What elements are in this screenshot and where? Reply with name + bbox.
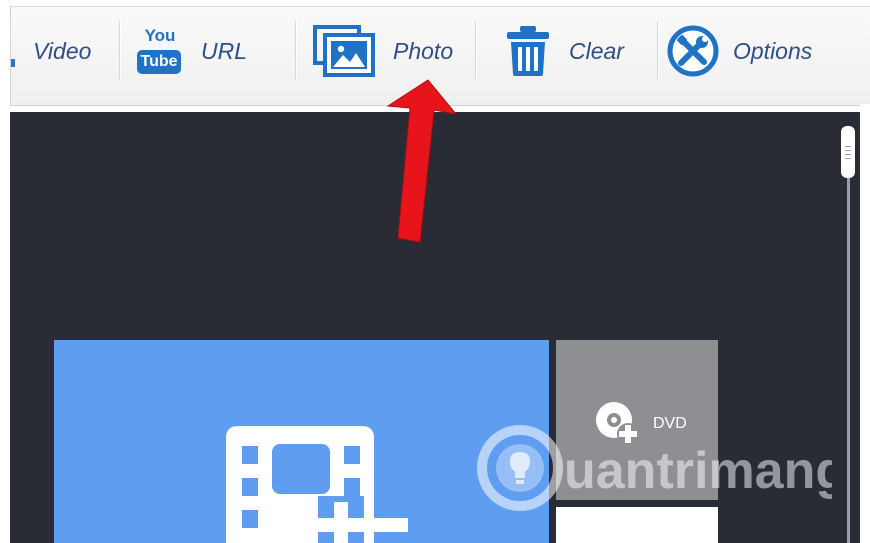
tools-icon [667, 25, 719, 77]
video-label: Video [33, 37, 92, 64]
video-icon-fragment [11, 59, 15, 67]
clear-label: Clear [569, 37, 624, 64]
film-add-icon [226, 426, 408, 543]
scrollbar-thumb[interactable] [841, 126, 855, 178]
quantrimang-watermark: uantrimang [477, 425, 832, 511]
toolbar-separator [475, 21, 477, 79]
add-video-button[interactable]: Video [33, 25, 91, 77]
scroll-grip-line [845, 158, 851, 159]
annotation-arrow [386, 79, 458, 243]
watermark-text: uantrimang [564, 442, 832, 500]
photo-label: Photo [393, 37, 454, 64]
scroll-grip-line [845, 154, 851, 155]
url-label: URL [201, 37, 248, 64]
photo-icon [313, 25, 375, 77]
clear-button[interactable]: Clear [503, 25, 624, 77]
options-label: Options [733, 37, 813, 64]
toolbar-separator [295, 21, 297, 79]
app-window: Video You Tube URL Photo Clear Options D… [0, 0, 870, 543]
toolbar-separator [119, 21, 121, 79]
youtube-logo-top: You [144, 26, 176, 45]
scroll-grip-line [845, 150, 851, 151]
window-edge [860, 104, 870, 543]
youtube-url-button[interactable]: You Tube URL [137, 25, 247, 77]
add-photo-button[interactable]: Photo [313, 25, 453, 77]
options-button[interactable]: Options [667, 25, 812, 77]
scrollbar-track[interactable] [847, 178, 850, 543]
youtube-logo-bottom: Tube [137, 50, 181, 74]
toolbar-separator [657, 21, 659, 79]
scroll-grip-line [845, 146, 851, 147]
youtube-icon: You Tube [137, 26, 181, 76]
trash-icon [507, 26, 549, 76]
